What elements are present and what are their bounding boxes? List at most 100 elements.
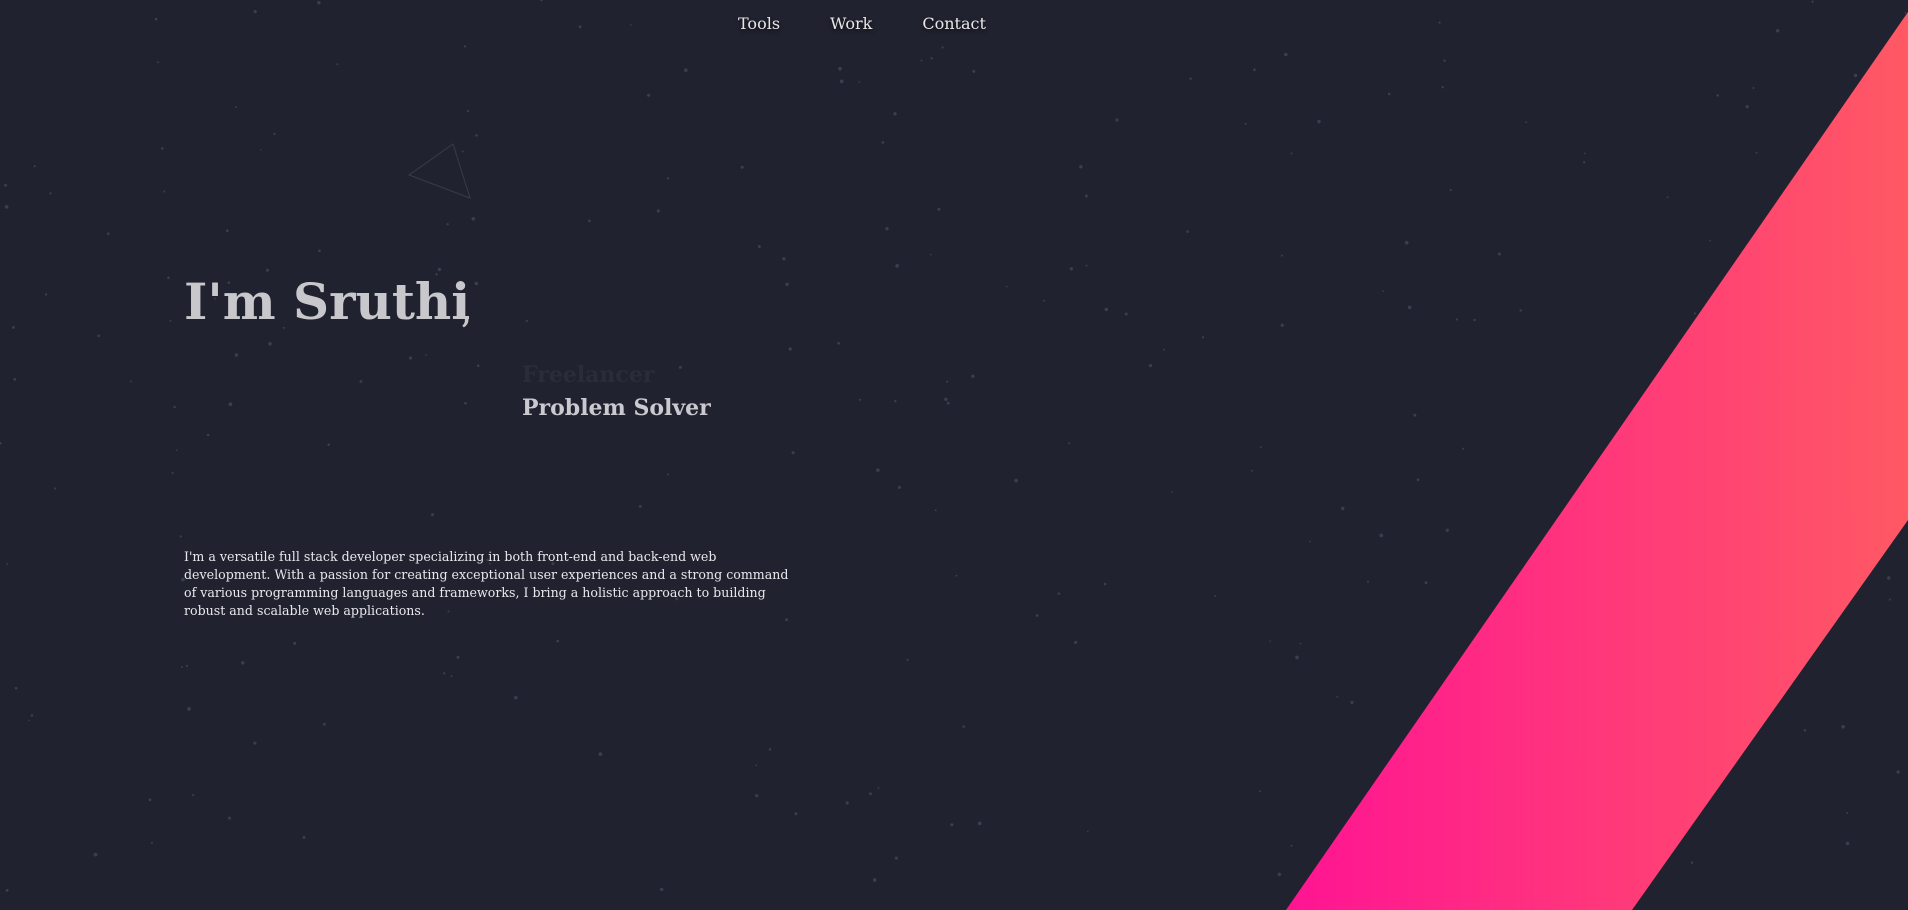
star-dot — [1755, 151, 1758, 154]
star-dot — [1416, 478, 1420, 482]
star-dot — [1602, 866, 1605, 870]
nav-link-contact[interactable]: Contact — [922, 14, 986, 33]
star-dot — [1506, 643, 1509, 646]
star-dot — [1718, 502, 1721, 506]
star-dot — [1853, 73, 1858, 78]
star-dot — [5, 888, 9, 892]
star-dot — [1057, 592, 1061, 595]
star-dot — [1295, 655, 1299, 660]
star-dot — [684, 68, 688, 72]
star-dot — [1497, 252, 1501, 256]
star-dot — [839, 79, 844, 84]
star-dot — [757, 245, 761, 248]
star-dot — [556, 639, 560, 643]
star-dot — [187, 707, 191, 711]
star-dot — [1829, 467, 1832, 469]
star-dot — [11, 325, 15, 329]
star-dot — [782, 257, 786, 261]
star-dot — [1341, 506, 1345, 511]
star-dot — [1833, 553, 1836, 556]
star-dot — [1413, 413, 1417, 417]
star-dot — [1735, 482, 1738, 485]
star-dot — [877, 786, 880, 789]
star-dot — [318, 249, 321, 253]
star-dot — [228, 402, 233, 407]
star-dot — [893, 112, 897, 116]
star-dot — [1896, 770, 1900, 774]
star-dot — [456, 655, 460, 659]
star-dot — [838, 66, 842, 71]
star-dot — [937, 207, 941, 211]
star-dot — [1775, 28, 1780, 33]
star-dot — [157, 61, 160, 64]
star-dot — [678, 365, 682, 369]
star-dot — [1068, 442, 1071, 445]
star-dot — [1473, 318, 1476, 322]
star-dot — [1879, 404, 1882, 407]
star-dot — [950, 823, 954, 827]
star-dot — [1201, 336, 1205, 339]
star-dot — [1186, 230, 1189, 233]
star-dot — [4, 183, 7, 187]
star-dot — [1884, 433, 1888, 437]
star-dot — [302, 835, 306, 839]
star-dot — [1429, 758, 1434, 762]
hero-title-comma: , — [462, 300, 472, 330]
star-dot — [858, 398, 862, 401]
star-dot — [1084, 194, 1088, 198]
star-dot — [225, 229, 229, 233]
top-navigation: Tools Work Contact — [738, 14, 986, 33]
star-dot — [464, 401, 467, 405]
star-dot — [1014, 478, 1018, 483]
star-dot — [192, 794, 195, 797]
nav-link-tools[interactable]: Tools — [738, 14, 780, 33]
star-dot — [1582, 161, 1586, 164]
star-dot — [944, 397, 948, 402]
star-dot — [876, 468, 880, 472]
star-dot — [317, 0, 321, 5]
star-dot — [785, 282, 789, 286]
star-dot — [1716, 94, 1719, 97]
star-dot — [929, 253, 932, 256]
star-dot — [33, 165, 36, 168]
star-dot — [13, 378, 17, 381]
star-dot — [1666, 196, 1669, 199]
star-dot — [4, 205, 9, 209]
star-dot — [1875, 240, 1878, 242]
star-dot — [44, 293, 48, 296]
bio-paragraph: I'm a versatile full stack developer spe… — [184, 549, 789, 618]
star-dot — [1350, 700, 1354, 705]
star-dot — [788, 347, 792, 351]
star-dot — [1888, 598, 1891, 601]
star-dot — [1437, 840, 1440, 843]
star-dot — [1610, 733, 1615, 738]
star-dot — [1005, 285, 1008, 288]
star-dot — [858, 81, 861, 83]
star-dot — [638, 504, 642, 508]
star-dot — [30, 714, 34, 717]
star-dot — [598, 752, 603, 756]
star-dot — [234, 353, 239, 357]
star-dot — [1647, 400, 1650, 403]
star-dot — [175, 449, 178, 452]
star-dot — [54, 487, 57, 490]
star-dot — [1387, 92, 1391, 96]
diagonal-accent-stripe — [1286, 12, 1908, 910]
star-dot — [1124, 312, 1128, 316]
star-dot — [920, 59, 923, 62]
star-dot — [259, 149, 262, 151]
star-dot — [1441, 86, 1444, 89]
star-dot — [167, 276, 170, 280]
nav-link-work[interactable]: Work — [830, 14, 872, 33]
star-dot — [1258, 790, 1261, 793]
star-dot — [1445, 528, 1449, 532]
star-dot — [1690, 861, 1694, 864]
star-dot — [327, 443, 330, 447]
star-dot — [872, 878, 877, 882]
star-dot — [1103, 582, 1107, 586]
star-dot — [154, 17, 158, 21]
star-dot — [1438, 21, 1441, 24]
star-dot — [106, 232, 110, 236]
star-dot — [1336, 696, 1339, 698]
star-dot — [660, 887, 664, 892]
